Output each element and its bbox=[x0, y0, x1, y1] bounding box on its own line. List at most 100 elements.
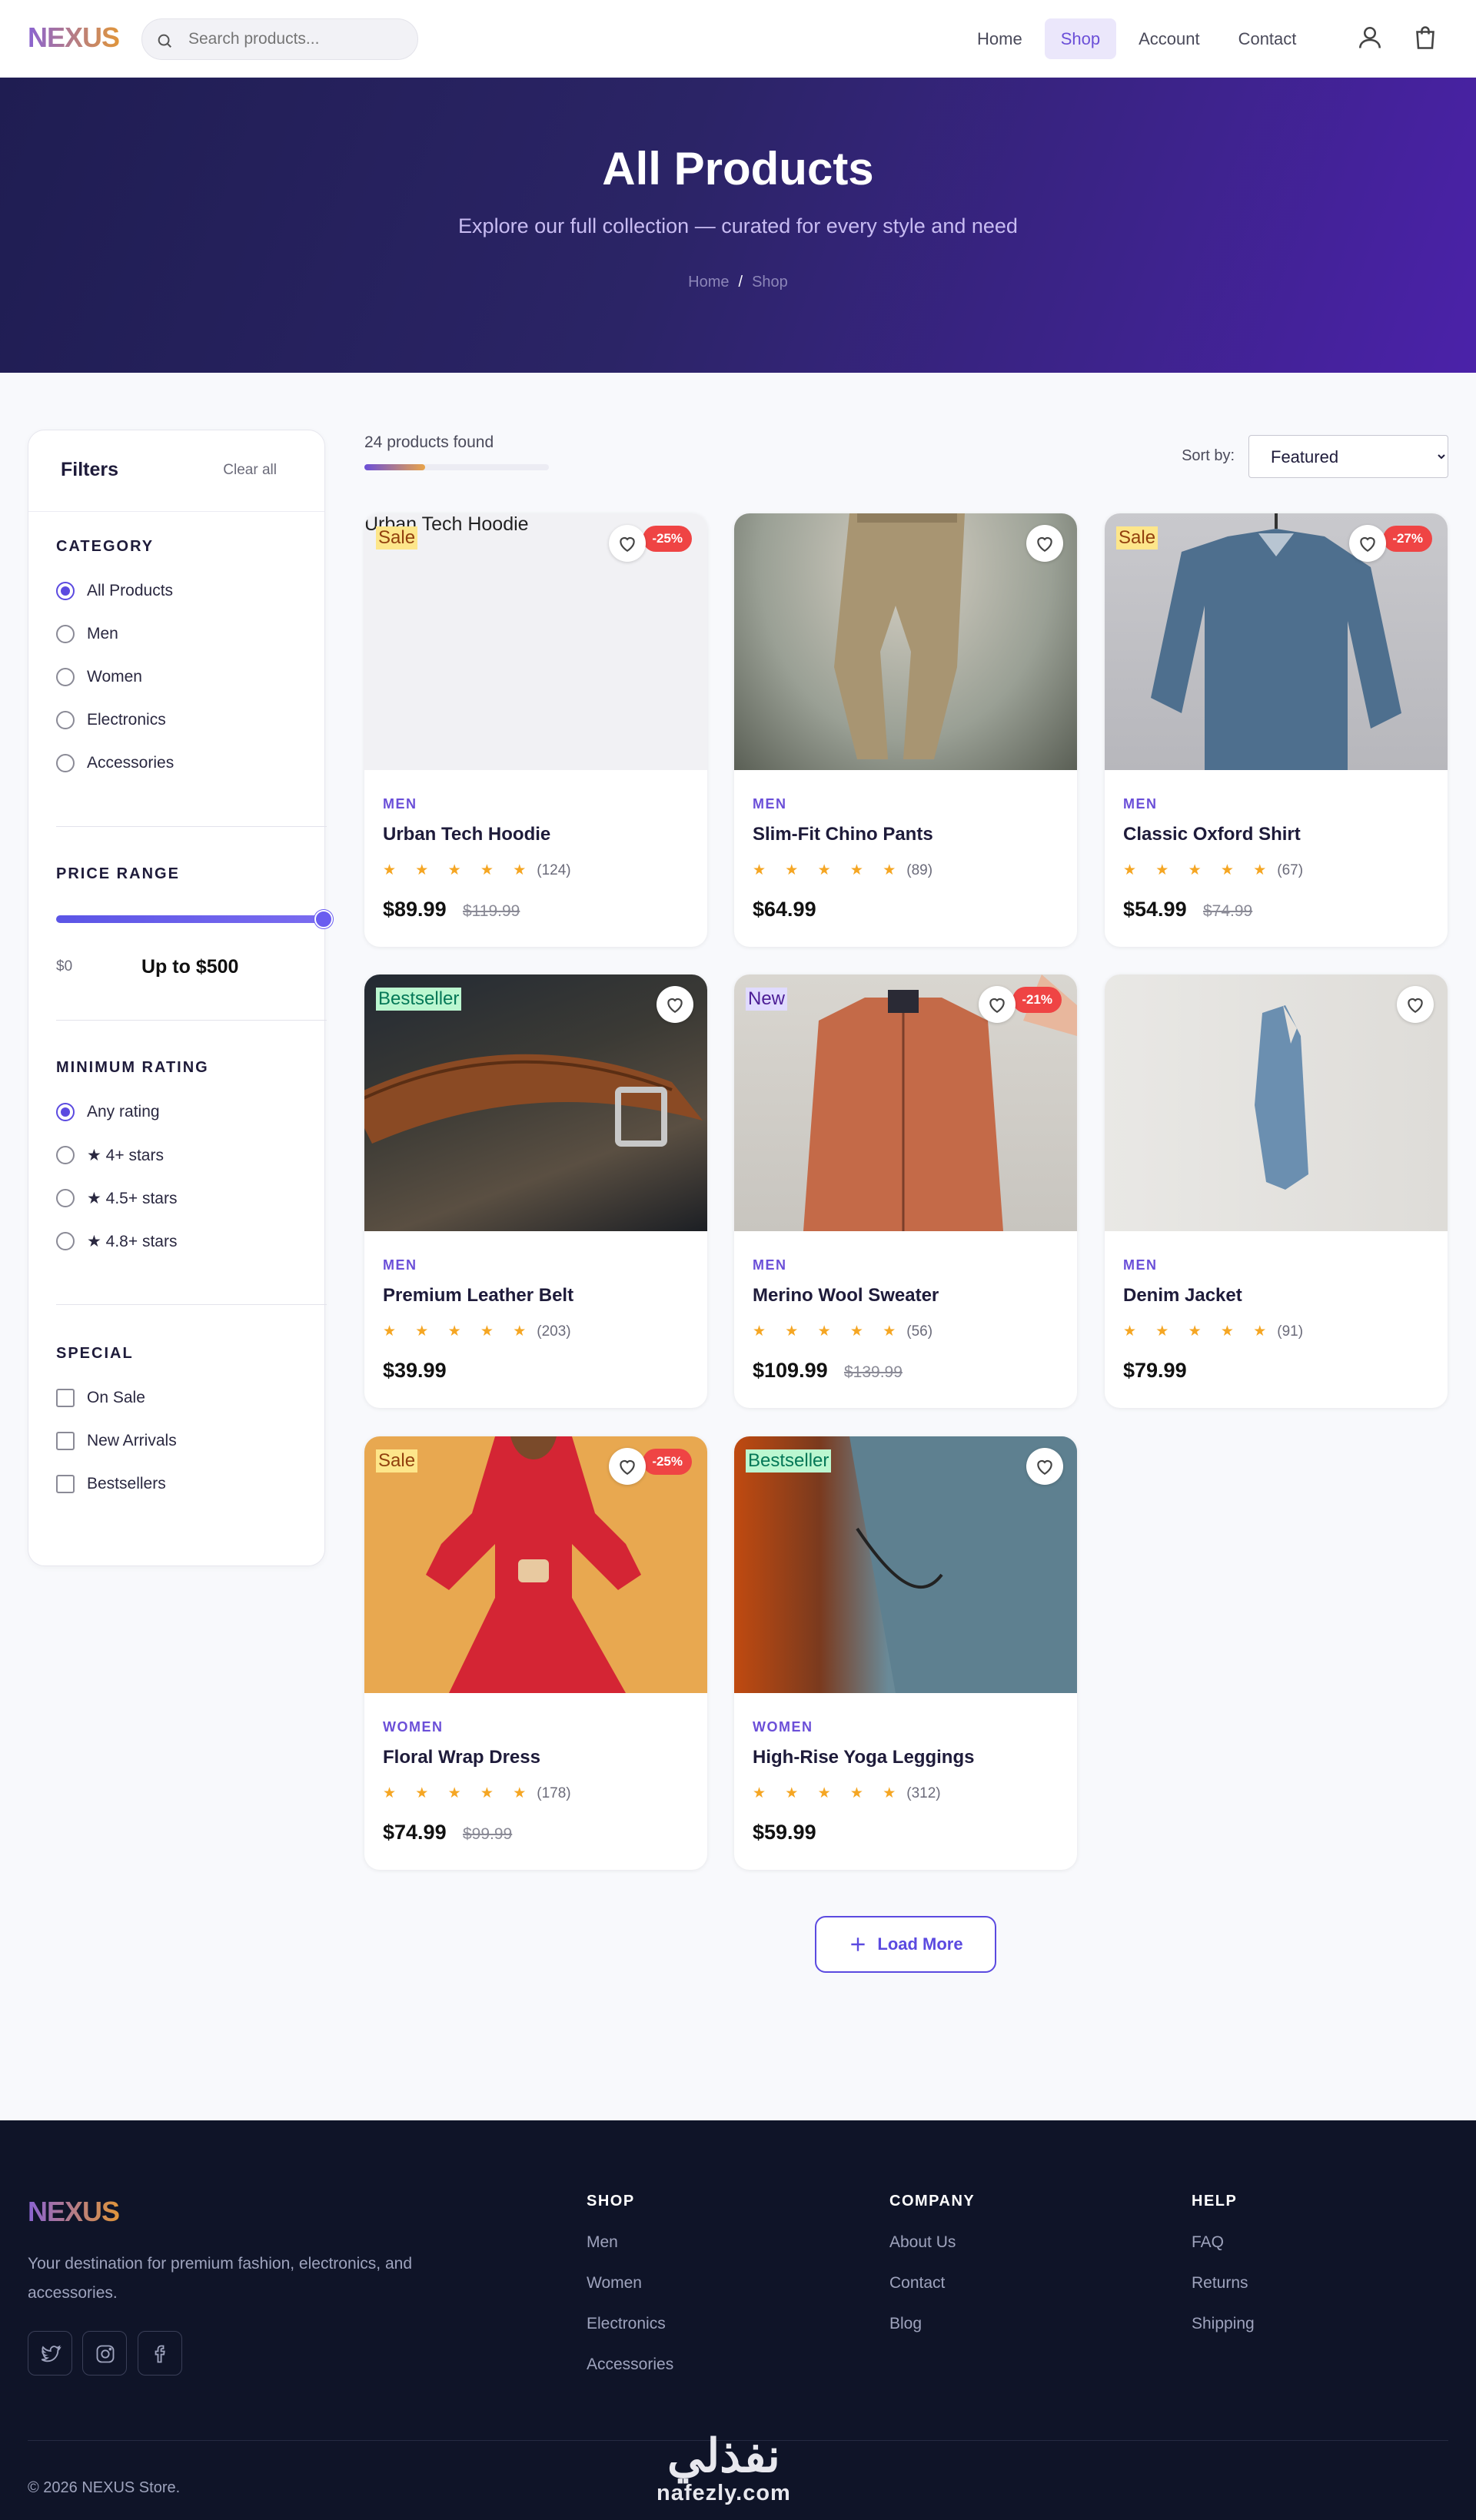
radio[interactable] bbox=[56, 1146, 75, 1164]
special-option-bestsellers[interactable]: Bestsellers bbox=[56, 1463, 299, 1506]
product-name[interactable]: High-Rise Yoga Leggings bbox=[753, 1747, 974, 1768]
wishlist-button[interactable] bbox=[979, 986, 1016, 1023]
wishlist-button[interactable] bbox=[609, 1448, 646, 1485]
product-category: MEN bbox=[1123, 1257, 1158, 1273]
category-option-women[interactable]: Women bbox=[56, 656, 299, 699]
wishlist-button[interactable] bbox=[1026, 1448, 1063, 1485]
radio[interactable] bbox=[56, 754, 75, 772]
footer-link-about[interactable]: About Us bbox=[889, 2233, 975, 2274]
footer-logo[interactable]: NEXUS bbox=[28, 2196, 120, 2228]
product-image[interactable] bbox=[364, 974, 707, 1231]
wishlist-button[interactable] bbox=[609, 525, 646, 562]
wishlist-button[interactable] bbox=[1026, 525, 1063, 562]
footer-link-returns[interactable]: Returns bbox=[1192, 2274, 1255, 2315]
nav-shop-link[interactable]: Shop bbox=[1044, 18, 1117, 59]
product-image[interactable] bbox=[1105, 513, 1448, 782]
breadcrumb-home[interactable]: Home bbox=[688, 274, 729, 291]
price-slider-handle[interactable] bbox=[314, 910, 333, 928]
radio[interactable] bbox=[56, 1189, 75, 1207]
wishlist-button[interactable] bbox=[1349, 525, 1386, 562]
product-name[interactable]: Premium Leather Belt bbox=[383, 1285, 573, 1306]
radio-checked[interactable] bbox=[56, 1103, 75, 1121]
product-card[interactable]: Bestseller MEN Premium Leather Belt ★ ★ ★ ★… bbox=[364, 974, 707, 1408]
product-name[interactable]: Classic Oxford Shirt bbox=[1123, 824, 1301, 845]
footer-link-faq[interactable]: FAQ bbox=[1192, 2233, 1255, 2274]
product-name[interactable]: Urban Tech Hoodie bbox=[383, 824, 550, 845]
clear-all-button[interactable]: Clear all bbox=[223, 462, 277, 479]
product-rating: ★ ★ ★ ★ ★ (89) bbox=[753, 862, 932, 879]
footer-link-blog[interactable]: Blog bbox=[889, 2315, 975, 2356]
special-option-on-sale[interactable]: On Sale bbox=[56, 1376, 299, 1419]
radio[interactable] bbox=[56, 625, 75, 643]
footer-shop-column: SHOP Men Women Electronics Accessories bbox=[587, 2193, 673, 2396]
twitter-link[interactable] bbox=[28, 2331, 72, 2376]
product-image[interactable] bbox=[1105, 974, 1448, 1231]
product-price: $59.99 bbox=[753, 1821, 816, 1844]
instagram-link[interactable] bbox=[82, 2331, 127, 2376]
user-icon[interactable] bbox=[1356, 23, 1384, 52]
radio[interactable] bbox=[56, 668, 75, 686]
wishlist-button[interactable] bbox=[1397, 986, 1434, 1023]
product-card[interactable]: Urban Tech Hoodie Sale -25% MEN Urban Tech H… bbox=[364, 513, 707, 947]
footer-link-contact[interactable]: Contact bbox=[889, 2274, 975, 2315]
footer-link-men[interactable]: Men bbox=[587, 2233, 673, 2274]
search-box[interactable] bbox=[141, 18, 418, 60]
footer-link-shipping[interactable]: Shipping bbox=[1192, 2315, 1255, 2356]
price-slider[interactable] bbox=[56, 910, 333, 928]
footer-link-accessories[interactable]: Accessories bbox=[587, 2356, 673, 2396]
checkbox[interactable] bbox=[56, 1475, 75, 1493]
product-rating: ★ ★ ★ ★ ★ (178) bbox=[383, 1785, 571, 1802]
category-option-all[interactable]: All Products bbox=[56, 569, 299, 613]
radio[interactable] bbox=[56, 711, 75, 729]
hero-banner: All Products Explore our full collection… bbox=[0, 78, 1476, 373]
nav-contact-link[interactable]: Contact bbox=[1222, 18, 1313, 59]
special-option-new-arrivals[interactable]: New Arrivals bbox=[56, 1419, 299, 1463]
star-rating-icons: ★ ★ ★ ★ ★ bbox=[753, 1323, 904, 1340]
product-card[interactable]: Sale -25% WOMEN Floral Wrap Dress ★ ★ ★ ★ ★(… bbox=[364, 1436, 707, 1870]
product-rating: ★ ★ ★ ★ ★ (312) bbox=[753, 1785, 941, 1802]
product-name[interactable]: Slim-Fit Chino Pants bbox=[753, 824, 933, 845]
product-card[interactable]: Sale -27% MEN Classic Oxford Shirt ★ ★ ★ ★ ★… bbox=[1105, 513, 1448, 947]
facebook-link[interactable] bbox=[138, 2331, 182, 2376]
product-image[interactable] bbox=[734, 513, 1077, 770]
category-option-men[interactable]: Men bbox=[56, 613, 299, 656]
sort-select[interactable]: Featured bbox=[1248, 435, 1448, 478]
search-input[interactable] bbox=[188, 19, 404, 59]
product-card[interactable]: MEN Slim-Fit Chino Pants ★ ★ ★ ★ ★ (89) $64.… bbox=[734, 513, 1077, 947]
product-name[interactable]: Floral Wrap Dress bbox=[383, 1747, 540, 1768]
footer-link-women[interactable]: Women bbox=[587, 2274, 673, 2315]
shopping-bag-icon[interactable] bbox=[1411, 23, 1439, 52]
product-badge: Bestseller bbox=[746, 1449, 832, 1472]
wishlist-button[interactable] bbox=[657, 986, 693, 1023]
checkbox[interactable] bbox=[56, 1432, 75, 1450]
option-label: ★ 4+ stars bbox=[87, 1146, 164, 1164]
product-name[interactable]: Merino Wool Sweater bbox=[753, 1285, 939, 1306]
product-card[interactable]: Bestseller WOMEN High-Rise Yoga Leggings ★ … bbox=[734, 1436, 1077, 1870]
category-option-electronics[interactable]: Electronics bbox=[56, 699, 299, 742]
product-image[interactable] bbox=[734, 974, 1077, 1231]
brand-logo[interactable]: NEXUS bbox=[28, 22, 120, 54]
rating-option-4-5[interactable]: ★ 4.5+ stars bbox=[56, 1177, 299, 1220]
rating-option-4[interactable]: ★ 4+ stars bbox=[56, 1134, 299, 1177]
product-image[interactable] bbox=[364, 1436, 707, 1693]
nav-home-link[interactable]: Home bbox=[961, 18, 1039, 59]
rating-option-any[interactable]: Any rating bbox=[56, 1091, 299, 1134]
radio-checked[interactable] bbox=[56, 582, 75, 600]
page-title: All Products bbox=[602, 143, 874, 194]
category-option-accessories[interactable]: Accessories bbox=[56, 742, 299, 785]
product-image[interactable] bbox=[364, 513, 707, 770]
category-heading: CATEGORY bbox=[56, 538, 155, 555]
discount-badge: -25% bbox=[643, 1449, 692, 1475]
product-price: $64.99 bbox=[753, 898, 816, 921]
product-card[interactable]: New -21% MEN Merino Wool Sweater ★ ★ ★ ★ ★ (5… bbox=[734, 974, 1077, 1408]
product-image[interactable] bbox=[734, 1436, 1077, 1693]
radio[interactable] bbox=[56, 1232, 75, 1250]
product-card[interactable]: MEN Denim Jacket ★ ★ ★ ★ ★ (91) $79.99 bbox=[1105, 974, 1448, 1408]
rating-option-4-8[interactable]: ★ 4.8+ stars bbox=[56, 1220, 299, 1263]
product-name[interactable]: Denim Jacket bbox=[1123, 1285, 1242, 1306]
checkbox[interactable] bbox=[56, 1389, 75, 1407]
results-count: 24 products found bbox=[364, 433, 494, 451]
load-more-button[interactable]: Load More bbox=[815, 1916, 996, 1973]
nav-account-link[interactable]: Account bbox=[1122, 18, 1216, 59]
footer-link-electronics[interactable]: Electronics bbox=[587, 2315, 673, 2356]
